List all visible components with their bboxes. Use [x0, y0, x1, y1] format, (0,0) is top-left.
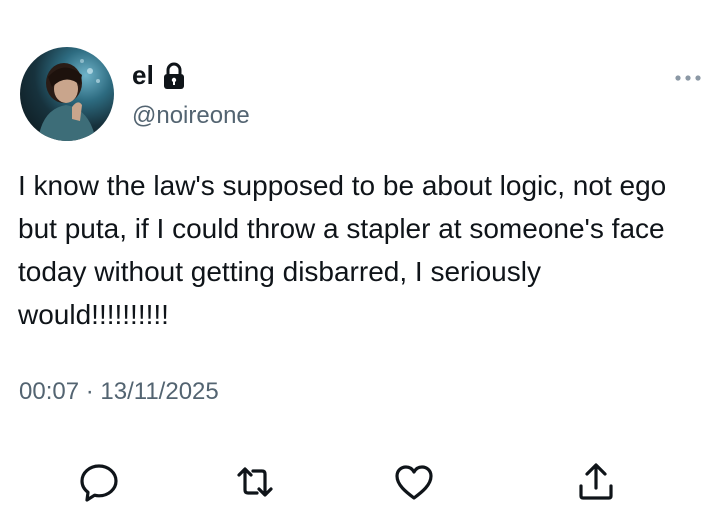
avatar-photo	[38, 59, 100, 141]
tweet-date: 13/11/2025	[100, 378, 219, 405]
tweet-timestamp[interactable]: 00:07 · 13/11/2025	[19, 378, 219, 406]
share-upload-icon[interactable]	[574, 460, 618, 504]
display-name-text: el	[132, 60, 155, 90]
meta-separator: ·	[85, 378, 94, 405]
display-name[interactable]: el	[132, 60, 186, 91]
tweet-text: I know the law's supposed to be about lo…	[18, 170, 667, 330]
retweet-icon[interactable]	[233, 460, 277, 504]
user-handle[interactable]: @noireone	[132, 102, 250, 130]
more-horizontal-icon[interactable]	[672, 68, 704, 88]
tweet-time: 00:07	[19, 378, 80, 405]
lock-icon	[162, 62, 186, 90]
reply-bubble-icon[interactable]	[77, 460, 121, 504]
tweet-actions	[0, 460, 720, 510]
avatar[interactable]	[20, 47, 114, 141]
heart-icon[interactable]	[392, 460, 436, 504]
